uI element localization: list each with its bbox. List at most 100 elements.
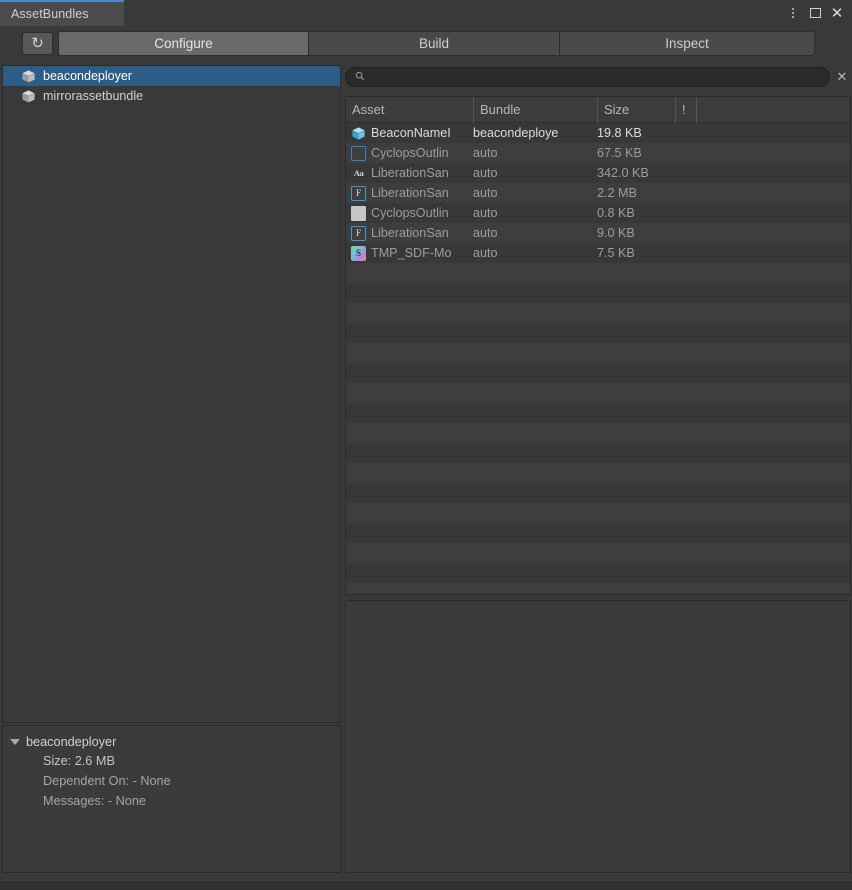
table-row-empty bbox=[346, 503, 850, 523]
asset-table-panel: Asset Bundle Size ! BeaconNameI beacondep… bbox=[345, 96, 851, 595]
tab-assetbundles-label: AssetBundles bbox=[11, 7, 89, 21]
table-row-empty bbox=[346, 443, 850, 463]
table-row[interactable]: BeaconNameI beacondeploye 19.8 KB bbox=[346, 123, 850, 143]
bundle-tree-item-mirrorassetbundle[interactable]: mirrorassetbundle bbox=[3, 86, 340, 106]
tab-configure[interactable]: Configure bbox=[58, 30, 309, 56]
chevron-down-icon[interactable] bbox=[10, 738, 20, 745]
table-row-empty bbox=[346, 303, 850, 323]
asset-table-header: Asset Bundle Size ! bbox=[346, 97, 850, 123]
cell-size: 19.8 KB bbox=[597, 126, 642, 140]
bundle-tree-panel: beacondeployer mirrorassetbundle bbox=[2, 65, 341, 723]
asset-search-bar: ✕ bbox=[345, 65, 851, 89]
tab-inspect-label: Inspect bbox=[665, 35, 709, 51]
texture-icon bbox=[351, 205, 366, 221]
bundle-detail-size: Size: 2.6 MB bbox=[43, 754, 115, 768]
table-row-empty bbox=[346, 583, 850, 594]
window-controls: ✕ bbox=[782, 0, 848, 26]
table-row[interactable]: Aa LiberationSan auto 342.0 KB bbox=[346, 163, 850, 183]
table-row-empty bbox=[346, 543, 850, 563]
bundle-detail-header[interactable]: beacondeployer bbox=[3, 732, 340, 751]
table-row-empty bbox=[346, 363, 850, 383]
bundle-tree-item-label: mirrorassetbundle bbox=[43, 89, 144, 103]
search-field[interactable] bbox=[345, 67, 830, 87]
cell-asset-label: BeaconNameI bbox=[371, 126, 451, 140]
refresh-button[interactable]: ↻ bbox=[22, 31, 53, 55]
cell-size: 67.5 KB bbox=[597, 146, 642, 160]
cell-size: 0.8 KB bbox=[597, 206, 635, 220]
cell-bundle: auto bbox=[473, 226, 498, 240]
cell-size: 342.0 KB bbox=[597, 166, 649, 180]
bundle-detail-title: beacondeployer bbox=[26, 734, 117, 749]
column-header-bundle[interactable]: Bundle bbox=[473, 97, 597, 123]
cell-asset: F LiberationSan bbox=[346, 225, 473, 241]
cell-size: 2.2 MB bbox=[597, 186, 637, 200]
window-titlebar: AssetBundles ✕ bbox=[0, 0, 852, 26]
table-row[interactable]: CyclopsOutlin auto 0.8 KB bbox=[346, 203, 850, 223]
column-header-asset[interactable]: Asset bbox=[346, 97, 473, 123]
bundle-package-icon bbox=[21, 89, 36, 104]
window-frame-separator bbox=[0, 882, 852, 883]
font-asset-icon: F bbox=[351, 225, 366, 241]
cell-bundle: auto bbox=[473, 186, 498, 200]
column-header-spacer bbox=[696, 97, 846, 123]
tab-assetbundles[interactable]: AssetBundles bbox=[0, 0, 124, 26]
table-row-empty bbox=[346, 263, 850, 283]
table-row-empty bbox=[346, 563, 850, 583]
bundle-detail-messages: Messages: - None bbox=[43, 794, 146, 808]
cell-asset-label: LiberationSan bbox=[371, 186, 449, 200]
tab-configure-label: Configure bbox=[154, 35, 213, 51]
table-row-empty bbox=[346, 283, 850, 303]
prefab-icon bbox=[351, 126, 366, 141]
table-row-empty bbox=[346, 343, 850, 363]
table-row-empty bbox=[346, 523, 850, 543]
table-row-empty bbox=[346, 423, 850, 443]
window-frame-bottom bbox=[0, 884, 852, 890]
tab-build-label: Build bbox=[418, 35, 450, 51]
cell-bundle: auto bbox=[473, 146, 498, 160]
cell-asset-label: LiberationSan bbox=[371, 226, 449, 240]
cell-asset: S TMP_SDF-Mo bbox=[346, 245, 473, 261]
bundle-detail-dependencies: Dependent On: - None bbox=[43, 774, 171, 788]
asset-detail-panel bbox=[345, 600, 851, 873]
font-asset-icon: F bbox=[351, 185, 366, 201]
bundle-tree-item-beacondeployer[interactable]: beacondeployer bbox=[3, 66, 340, 86]
asset-table-body: BeaconNameI beacondeploye 19.8 KB CyclopsOu… bbox=[346, 123, 850, 594]
shader-icon: S bbox=[351, 245, 366, 261]
main-toolbar: ↻ Configure Build Inspect bbox=[0, 26, 852, 60]
font-icon: Aa bbox=[353, 168, 364, 178]
tab-build[interactable]: Build bbox=[309, 30, 560, 56]
cell-bundle: auto bbox=[473, 206, 498, 220]
mode-tabs: Configure Build Inspect bbox=[58, 30, 815, 56]
tab-inspect[interactable]: Inspect bbox=[560, 30, 815, 56]
table-row[interactable]: S TMP_SDF-Mo auto 7.5 KB bbox=[346, 243, 850, 263]
clear-icon[interactable]: ✕ bbox=[833, 70, 851, 85]
kebab-menu-icon[interactable] bbox=[782, 0, 804, 26]
cell-bundle: auto bbox=[473, 166, 498, 180]
column-header-flag[interactable]: ! bbox=[675, 97, 696, 123]
cell-asset: CyclopsOutlin bbox=[346, 205, 473, 221]
bundle-detail-panel: beacondeployer Size: 2.6 MB Dependent On… bbox=[2, 725, 341, 873]
table-row-empty bbox=[346, 403, 850, 423]
cell-asset-label: LiberationSan bbox=[371, 166, 449, 180]
cell-asset-label: TMP_SDF-Mo bbox=[371, 246, 452, 260]
material-icon bbox=[351, 145, 366, 161]
table-row-empty bbox=[346, 323, 850, 343]
table-row-empty bbox=[346, 483, 850, 503]
maximize-icon[interactable] bbox=[804, 0, 826, 26]
refresh-icon: ↻ bbox=[31, 33, 44, 52]
close-icon[interactable]: ✕ bbox=[826, 0, 848, 26]
search-input[interactable] bbox=[370, 71, 829, 83]
cell-asset: Aa LiberationSan bbox=[346, 166, 473, 181]
table-row[interactable]: F LiberationSan auto 2.2 MB bbox=[346, 183, 850, 203]
cell-size: 9.0 KB bbox=[597, 226, 635, 240]
table-row-empty bbox=[346, 463, 850, 483]
cell-asset: BeaconNameI bbox=[346, 126, 473, 141]
table-row[interactable]: F LiberationSan auto 9.0 KB bbox=[346, 223, 850, 243]
table-row[interactable]: CyclopsOutlin auto 67.5 KB bbox=[346, 143, 850, 163]
cell-bundle: auto bbox=[473, 246, 498, 260]
bundle-package-icon bbox=[21, 69, 36, 84]
bundle-tree-item-label: beacondeployer bbox=[43, 69, 132, 83]
cell-asset-label: CyclopsOutlin bbox=[371, 146, 449, 160]
column-header-size[interactable]: Size bbox=[597, 97, 675, 123]
cell-asset: F LiberationSan bbox=[346, 185, 473, 201]
